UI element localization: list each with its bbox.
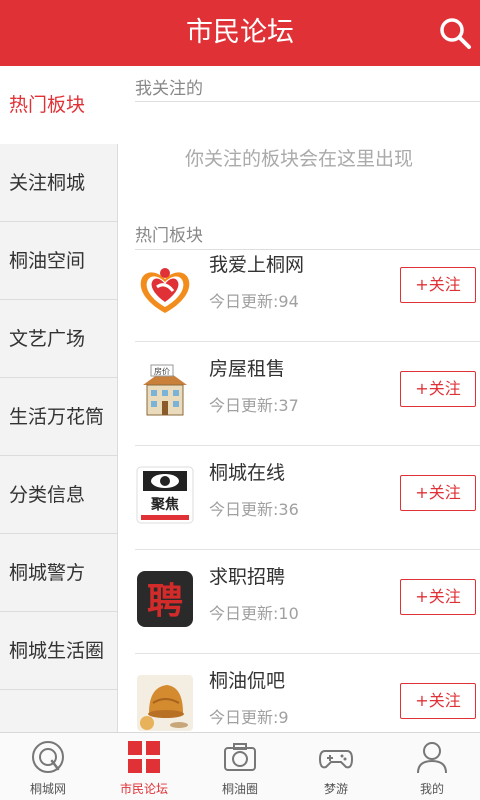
heart-hands-logo-icon — [140, 268, 190, 313]
board-item-tongyou-chat[interactable]: 桐油侃吧 今日更新:9 +关注 — [118, 654, 480, 732]
nav-tab-tongyou-circle[interactable]: 桐油圈 — [192, 733, 288, 800]
grid-icon — [128, 741, 160, 773]
sidebar-item-tongcheng-life-circle[interactable]: 桐城生活圈 — [0, 612, 118, 690]
category-sidebar: 热门板块 关注桐城 桐油空间 文艺广场 生活万花筒 分类信息 桐城警方 桐城生活… — [0, 66, 118, 732]
followed-section-title: 我关注的 — [135, 79, 203, 99]
nav-tab-label: 梦游 — [323, 782, 348, 796]
top-bar: 市民论坛 — [0, 0, 480, 66]
sidebar-item-label: 热门板块 — [9, 94, 86, 116]
eye-focus-logo-icon: 聚焦 — [136, 466, 194, 524]
nav-tab-tongcheng[interactable]: 桐城网 — [0, 733, 96, 800]
logo-text: 聘 — [147, 581, 183, 622]
board-item-woaishangtong[interactable]: 我爱上桐网 今日更新:94 +关注 — [118, 238, 480, 342]
sidebar-item-tongyou-space[interactable]: 桐油空间 — [0, 222, 118, 300]
follow-button[interactable]: +关注 — [400, 371, 476, 407]
nav-tab-forum[interactable]: 市民论坛 — [96, 733, 192, 800]
user-icon — [417, 742, 447, 774]
board-name: 我爱上桐网 — [209, 254, 305, 276]
board-item-tongcheng-online[interactable]: 聚焦 桐城在线 今日更新:36 +关注 — [118, 446, 480, 550]
search-icon[interactable] — [438, 16, 472, 50]
follow-button[interactable]: +关注 — [400, 579, 476, 615]
nav-tab-label: 市民论坛 — [119, 782, 168, 796]
board-list-panel[interactable]: 我关注的 你关注的板块会在这里出现 热门板块 我爱上桐网 今日更新:94 +关注… — [118, 66, 480, 732]
gamepad-icon — [318, 750, 354, 769]
sidebar-item-label: 桐城警方 — [9, 562, 86, 584]
board-name: 房屋租售 — [209, 358, 286, 380]
logo-text: 聚焦 — [150, 496, 179, 513]
camera-icon — [224, 743, 256, 771]
sidebar-item-arts-plaza[interactable]: 文艺广场 — [0, 300, 118, 378]
nav-tab-label: 桐油圈 — [221, 782, 258, 796]
nav-tab-label: 我的 — [419, 782, 444, 796]
sidebar-item-tongcheng-police[interactable]: 桐城警方 — [0, 534, 118, 612]
board-update-count: 今日更新:36 — [209, 500, 299, 519]
board-name: 桐油侃吧 — [209, 670, 286, 692]
divider — [135, 101, 480, 102]
board-item-jobs[interactable]: 聘 求职招聘 今日更新:10 +关注 — [118, 550, 480, 654]
sidebar-item-label: 分类信息 — [9, 484, 86, 506]
follow-button[interactable]: +关注 — [400, 475, 476, 511]
page-title: 市民论坛 — [186, 17, 294, 48]
bottom-navigation: 桐城网 市民论坛 桐油圈 梦游 我的 — [0, 732, 480, 800]
sidebar-item-classifieds[interactable]: 分类信息 — [0, 456, 118, 534]
sidebar-item-life-kaleidoscope[interactable]: 生活万花筒 — [0, 378, 118, 456]
sidebar-item-label: 文艺广场 — [9, 328, 86, 350]
board-update-count: 今日更新:37 — [209, 396, 299, 415]
sidebar-item-follow-tongcheng[interactable]: 关注桐城 — [0, 144, 118, 222]
nav-tab-dream-travel[interactable]: 梦游 — [288, 733, 384, 800]
board-update-count: 今日更新:9 — [209, 708, 289, 727]
sidebar-item-label: 桐油空间 — [9, 250, 86, 272]
house-sign-text: 房价 — [154, 366, 170, 376]
sidebar-item-label: 桐城生活圈 — [9, 640, 105, 662]
sidebar-item-label: 关注桐城 — [9, 172, 86, 194]
nav-tab-me[interactable]: 我的 — [384, 733, 480, 800]
house-icon: 房价 — [143, 364, 187, 416]
board-name: 求职招聘 — [209, 566, 286, 588]
follow-button[interactable]: +关注 — [400, 683, 476, 719]
board-update-count: 今日更新:94 — [209, 292, 299, 311]
empty-followed-hint: 你关注的板块会在这里出现 — [184, 148, 413, 170]
cake-tea-icon — [137, 675, 193, 731]
board-update-count: 今日更新:10 — [209, 604, 299, 623]
board-item-housing[interactable]: 房价 房屋租售 今日更新:37 +关注 — [118, 342, 480, 446]
sidebar-item-hot-boards[interactable]: 热门板块 — [0, 66, 118, 144]
nav-tab-label: 桐城网 — [29, 782, 66, 796]
tongcheng-logo-icon — [32, 741, 64, 773]
follow-button[interactable]: +关注 — [400, 267, 476, 303]
hiring-character-icon: 聘 — [137, 571, 193, 627]
board-name: 桐城在线 — [209, 462, 286, 484]
sidebar-item-label: 生活万花筒 — [9, 406, 105, 428]
